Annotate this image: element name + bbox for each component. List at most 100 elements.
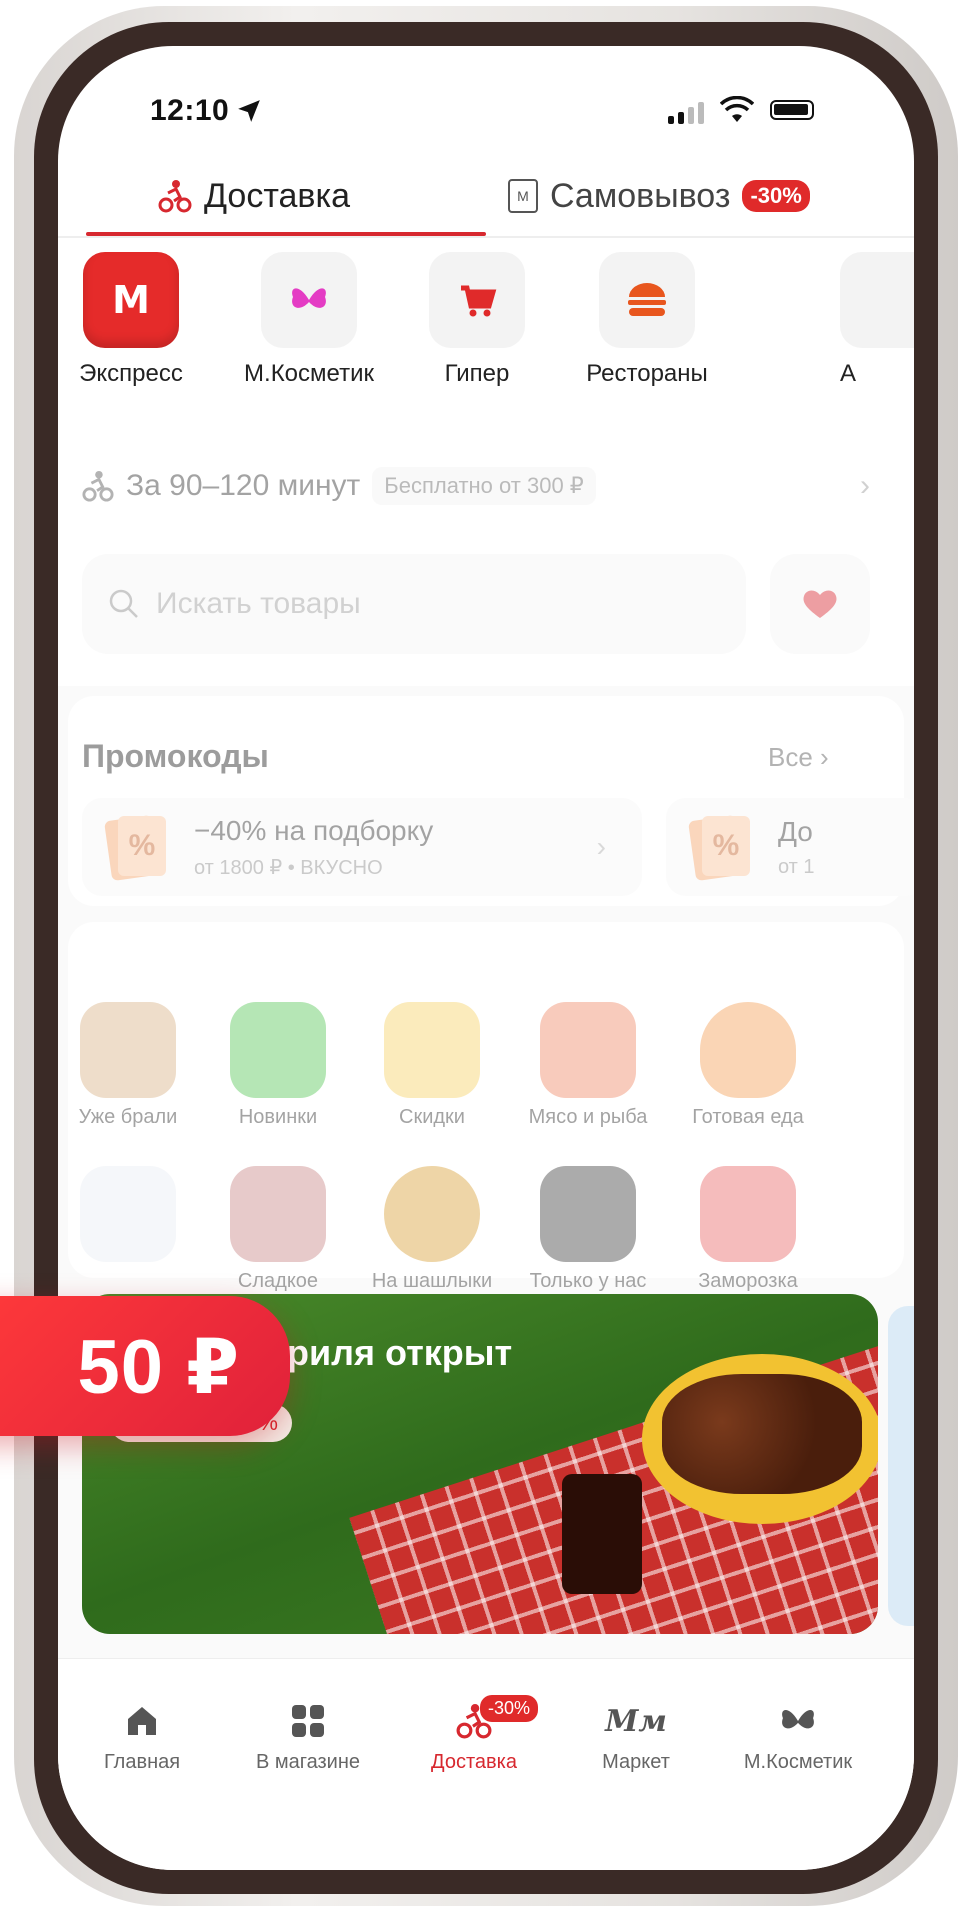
favorites-button[interactable] bbox=[770, 554, 870, 654]
category-label: Сладкое bbox=[237, 1270, 319, 1292]
pickup-discount-badge: -30% bbox=[742, 180, 810, 212]
promocode-item[interactable]: % До от 1 bbox=[666, 798, 914, 896]
courier-icon bbox=[82, 470, 114, 502]
store-express[interactable]: M Экспресс bbox=[76, 252, 186, 388]
nav-home[interactable]: Главная bbox=[62, 1701, 222, 1774]
category-frozen[interactable]: Заморозка bbox=[678, 1166, 818, 1293]
banner-title: гриля открыт bbox=[272, 1332, 513, 1373]
percent-coupon-icon: % bbox=[688, 812, 752, 882]
exclusive-pack-icon bbox=[540, 1166, 636, 1262]
wifi-icon bbox=[720, 96, 754, 122]
promocodes-all-label: Все bbox=[768, 742, 813, 772]
free-delivery-pill: Бесплатно от 300 ₽ bbox=[372, 467, 596, 505]
home-icon bbox=[62, 1701, 222, 1741]
promocodes-title: Промокоды bbox=[82, 738, 269, 774]
bottom-navigation: Главная В магазине -30% Доставка Мм Марк… bbox=[58, 1658, 914, 1870]
battery-icon bbox=[770, 100, 814, 120]
tab-pickup-label: Самовывоз bbox=[550, 176, 731, 215]
promocode-subtitle: от 1 bbox=[778, 855, 815, 878]
store-label: Экспресс bbox=[79, 360, 183, 387]
sparkle-icon bbox=[230, 1002, 326, 1098]
search-icon bbox=[109, 589, 138, 618]
bbq-bowl-icon bbox=[384, 1166, 480, 1262]
store-switcher: M Экспресс М.Косметик Гипер Рестораны А bbox=[58, 252, 914, 402]
category-meat-fish[interactable]: Мясо и рыба bbox=[518, 1002, 658, 1129]
nav-label: Главная bbox=[103, 1751, 181, 1773]
percent-coupon-icon: % bbox=[104, 812, 168, 882]
category-label: Готовая еда bbox=[692, 1106, 804, 1128]
category-label: Только у нас bbox=[529, 1270, 647, 1292]
category-sweets[interactable]: Сладкое bbox=[208, 1166, 348, 1293]
nav-delivery[interactable]: -30% Доставка bbox=[394, 1695, 554, 1774]
frozen-pack-icon bbox=[700, 1166, 796, 1262]
store-label: М.Косметик bbox=[244, 360, 374, 387]
milk-icon bbox=[80, 1166, 176, 1262]
category-new[interactable]: Новинки bbox=[208, 1002, 348, 1129]
category-label: Мясо и рыба bbox=[528, 1106, 648, 1128]
category-exclusive[interactable]: Только у нас bbox=[518, 1166, 658, 1293]
soup-bowl-icon bbox=[700, 1002, 796, 1098]
delivery-info-row[interactable]: За 90–120 минут Бесплатно от 300 ₽ › bbox=[82, 456, 890, 516]
burger-icon bbox=[599, 252, 695, 348]
nav-label: Доставка bbox=[431, 1751, 517, 1773]
tab-delivery-label: Доставка bbox=[204, 176, 351, 215]
nav-market[interactable]: Мм Маркет bbox=[556, 1701, 716, 1774]
store-hyper[interactable]: Гипер bbox=[422, 252, 532, 388]
status-time: 12:10 bbox=[150, 94, 230, 127]
store-cosmetic[interactable]: М.Косметик bbox=[234, 252, 384, 388]
nav-label: Маркет bbox=[602, 1751, 670, 1773]
category-label: Уже брали bbox=[78, 1106, 178, 1128]
delivery-mode-tabs: Доставка M Самовывоз -30% bbox=[58, 156, 914, 238]
category-already-bought[interactable]: Уже брали bbox=[58, 1002, 198, 1129]
delivery-time: За 90–120 минут bbox=[126, 469, 361, 502]
active-tab-indicator bbox=[86, 232, 486, 236]
promocodes-all-link[interactable]: Все › bbox=[768, 742, 829, 773]
kebab-image bbox=[662, 1374, 862, 1494]
cellular-signal-icon bbox=[668, 100, 704, 124]
search-placeholder: Искать товары bbox=[156, 587, 361, 620]
market-logo-icon: Мм bbox=[605, 1703, 667, 1739]
category-bbq[interactable]: На шашлыки bbox=[362, 1166, 502, 1293]
store-label: А bbox=[840, 360, 857, 387]
store-label: Гипер bbox=[444, 360, 510, 387]
category-label: На шашлыки bbox=[371, 1270, 493, 1292]
chevron-right-icon: › bbox=[596, 831, 606, 862]
chocolate-icon bbox=[230, 1166, 326, 1262]
cart-icon bbox=[429, 252, 525, 348]
nav-cosmetic[interactable]: М.Косметик bbox=[718, 1701, 878, 1774]
calendar-percent-icon bbox=[384, 1002, 480, 1098]
category-label: Новинки bbox=[238, 1106, 318, 1128]
promocode-item[interactable]: % −40% на подборку от 1800 ₽ • ВКУСНО › bbox=[82, 798, 642, 896]
location-arrow-icon bbox=[238, 100, 260, 122]
search-input[interactable]: Искать товары bbox=[82, 554, 746, 654]
butterfly-icon bbox=[718, 1701, 878, 1741]
tab-delivery[interactable]: Доставка bbox=[158, 156, 350, 236]
nav-in-store[interactable]: В магазине bbox=[228, 1701, 388, 1774]
promocode-title: −40% на подборку bbox=[194, 814, 434, 846]
bag-icon bbox=[80, 1002, 176, 1098]
promocode-subtitle: от 1800 ₽ • ВКУСНО bbox=[194, 856, 383, 879]
status-bar: 12:10 bbox=[58, 46, 914, 166]
price-sticker: 50 ₽ bbox=[0, 1296, 290, 1436]
butterfly-icon bbox=[261, 252, 357, 348]
nav-discount-badge: -30% bbox=[480, 1695, 539, 1722]
grid-icon bbox=[228, 1701, 388, 1741]
store-more[interactable]: А bbox=[796, 252, 914, 388]
category-label: Скидки bbox=[399, 1106, 465, 1128]
category-dairy[interactable] bbox=[58, 1166, 198, 1270]
next-banner-peek[interactable] bbox=[888, 1306, 914, 1626]
category-discounts[interactable]: Скидки bbox=[362, 1002, 502, 1129]
shopping-bag-icon: M bbox=[508, 179, 538, 213]
price-sticker-text: 50 ₽ bbox=[77, 1324, 240, 1410]
magnit-logo-icon: M bbox=[83, 252, 179, 348]
promocode-title: До bbox=[778, 815, 813, 847]
cola-glass-image bbox=[562, 1474, 642, 1594]
category-ready-food[interactable]: Готовая еда bbox=[678, 1002, 818, 1129]
store-restaurants[interactable]: Рестораны bbox=[562, 252, 732, 388]
meat-fish-icon bbox=[540, 1002, 636, 1098]
tab-pickup[interactable]: M Самовывоз -30% bbox=[508, 156, 810, 236]
store-icon bbox=[840, 252, 914, 348]
chevron-right-icon: › bbox=[860, 469, 870, 502]
nav-label: М.Косметик bbox=[743, 1751, 853, 1773]
heart-icon bbox=[803, 590, 837, 618]
